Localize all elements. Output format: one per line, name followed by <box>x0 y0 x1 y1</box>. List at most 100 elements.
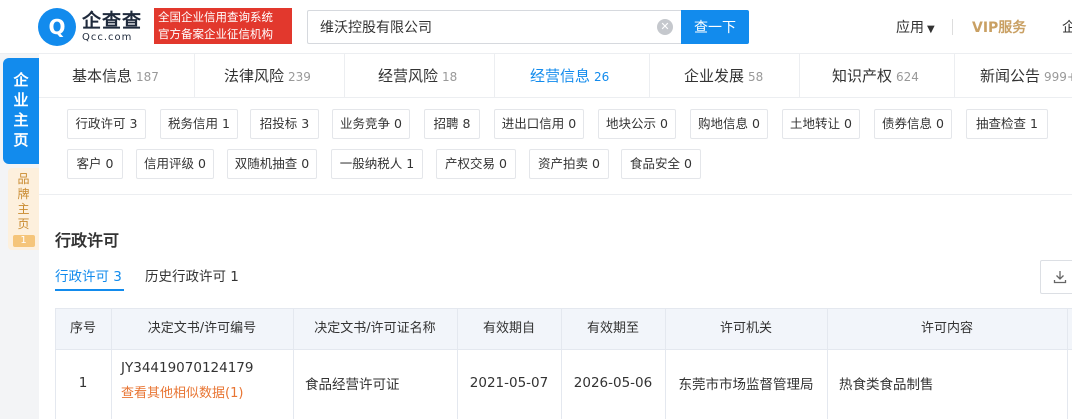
tab-label: 知识产权 <box>832 67 893 85</box>
filter-chip[interactable]: 招聘 8 <box>424 109 480 139</box>
section-divider <box>39 194 1072 195</box>
filter-chip[interactable]: 业务竞争 0 <box>332 109 410 139</box>
tagline-line-2: 官方备案企业征信机构 <box>158 27 273 41</box>
search-input[interactable] <box>307 10 681 44</box>
tab-divider <box>649 54 650 98</box>
logo-cn: 企查查 <box>82 10 143 32</box>
tab-label: 基本信息 <box>72 67 133 85</box>
filter-chip[interactable]: 一般纳税人 1 <box>331 149 423 179</box>
logo-en: Qcc.com <box>82 32 133 43</box>
tagline-line-1: 全国企业信用查询系统 <box>158 10 273 24</box>
col-header: 序号 <box>69 321 96 336</box>
filter-chip[interactable]: 抽查检查 1 <box>966 109 1048 139</box>
cell-authority: 东莞市市场监督管理局 <box>678 377 814 393</box>
nav-enterprise-menu[interactable]: 企 <box>1062 17 1072 37</box>
col-header: 许可内容 <box>920 321 973 336</box>
qcc-logo[interactable]: Q 企查查 Qcc.com <box>38 8 142 46</box>
filter-chip[interactable]: 土地转让 0 <box>782 109 860 139</box>
main-panel: 基本信息 187 法律风险 239 经营风险 18 经营信息 26 企业发展 58 知识产… <box>39 54 1072 419</box>
tab-divider <box>194 54 195 98</box>
side-tab-brand-home[interactable]: 品 牌 主 页 1 <box>8 168 39 250</box>
table-row: 1 JY34419070124179 查看其他相似数据(1) 食品经营许可证 2… <box>55 350 1072 419</box>
side-tab-char: 页 <box>13 131 29 149</box>
tab-development[interactable]: 企业发展 58 <box>684 54 763 98</box>
tab-operation-risk[interactable]: 经营风险 18 <box>378 54 457 98</box>
side-tab-char: 品 <box>17 172 30 186</box>
tab-divider <box>799 54 800 98</box>
col-header: 决定文书/许可证名称 <box>314 321 436 336</box>
similar-data-link[interactable]: 查看其他相似数据(1) <box>121 382 243 401</box>
filter-chips: 行政许可 3 税务信用 1 招投标 3 业务竞争 0 招聘 8 进出口信用 0 … <box>39 98 1072 194</box>
nav-vip-service[interactable]: VIP服务 <box>972 17 1026 37</box>
tab-news[interactable]: 新闻公告 999+ <box>980 54 1072 98</box>
tab-divider <box>954 54 955 98</box>
subtab-history-license[interactable]: 历史行政许可 1 <box>145 265 239 285</box>
side-tab-char: 牌 <box>17 187 30 201</box>
clear-icon[interactable]: ✕ <box>657 19 673 35</box>
nav-apps-label: 应用 <box>896 20 924 36</box>
side-tab-char: 业 <box>13 91 29 109</box>
col-header: 许可机关 <box>719 321 772 336</box>
filter-chip[interactable]: 双随机抽查 0 <box>227 149 317 179</box>
cell-index: 1 <box>78 375 88 391</box>
subtab-current-license[interactable]: 行政许可 3 <box>55 265 122 285</box>
filter-chip[interactable]: 行政许可 3 <box>67 109 146 139</box>
tab-divider <box>494 54 495 98</box>
filter-chip[interactable]: 信用评级 0 <box>136 149 214 179</box>
tab-count: 187 <box>136 70 159 84</box>
tab-ip[interactable]: 知识产权 624 <box>832 54 919 98</box>
tab-label: 经营风险 <box>378 67 439 85</box>
tab-count: 26 <box>594 70 610 84</box>
cell-license-no: JY34419070124179 <box>121 360 254 376</box>
side-tab-char: 主 <box>17 202 30 216</box>
logo-text: 企查查 Qcc.com <box>82 10 142 44</box>
col-header: 有效期至 <box>586 321 639 336</box>
tab-label: 法律风险 <box>224 67 285 85</box>
main-tabs: 基本信息 187 法律风险 239 经营风险 18 经营信息 26 企业发展 58 知识产… <box>39 54 1072 98</box>
filter-chip[interactable]: 进出口信用 0 <box>494 109 584 139</box>
tab-count: 239 <box>288 70 311 84</box>
subtab-active-indicator <box>55 289 124 291</box>
cell-valid-to: 2026-05-06 <box>573 375 653 391</box>
side-tab-char: 企 <box>13 71 29 89</box>
tab-label: 经营信息 <box>530 67 591 85</box>
cell-content: 热食类食品制售 <box>839 377 934 393</box>
tab-basic-info[interactable]: 基本信息 187 <box>72 54 159 98</box>
filter-chip[interactable]: 资产拍卖 0 <box>529 149 609 179</box>
tab-label: 新闻公告 <box>980 67 1041 85</box>
table-header: 序号 决定文书/许可编号 决定文书/许可证名称 有效期自 有效期至 许可机关 许… <box>55 308 1072 350</box>
filter-chip[interactable]: 地块公示 0 <box>598 109 676 139</box>
side-tab-company-home[interactable]: 企 业 主 页 <box>3 58 39 164</box>
filter-chip[interactable]: 债券信息 0 <box>874 109 952 139</box>
filter-chip[interactable]: 客户 0 <box>67 149 123 179</box>
filter-chip[interactable]: 食品安全 0 <box>621 149 701 179</box>
cell-valid-from: 2021-05-07 <box>469 375 549 391</box>
tab-legal-risk[interactable]: 法律风险 239 <box>224 54 311 98</box>
tab-count: 624 <box>896 70 919 84</box>
col-header: 有效期自 <box>482 321 535 336</box>
side-tab-char: 页 <box>17 217 30 231</box>
search-button[interactable]: 查一下 <box>681 10 749 44</box>
tab-count: 18 <box>442 70 458 84</box>
filter-chip[interactable]: 购地信息 0 <box>690 109 768 139</box>
cell-license-name: 食品经营许可证 <box>305 377 400 393</box>
col-header: 决定文书/许可编号 <box>147 321 257 336</box>
tab-business-info[interactable]: 经营信息 26 <box>530 54 609 98</box>
tagline-badge: 全国企业信用查询系统 官方备案企业征信机构 <box>154 8 292 44</box>
download-button[interactable] <box>1040 260 1072 294</box>
section-title: 行政许可 <box>55 231 120 250</box>
side-tab-char: 主 <box>13 111 29 129</box>
filter-chip[interactable]: 产权交易 0 <box>436 149 516 179</box>
brand-count-badge: 1 <box>12 235 35 247</box>
top-header: Q 企查查 Qcc.com 全国企业信用查询系统 官方备案企业征信机构 ✕ 查一… <box>0 0 1072 54</box>
filter-chip[interactable]: 税务信用 1 <box>160 109 238 139</box>
tab-count: 999+ <box>1044 70 1072 84</box>
tab-divider <box>344 54 345 98</box>
caret-down-icon: ▼ <box>927 24 935 35</box>
logo-mark-icon: Q <box>38 8 76 46</box>
download-icon <box>1053 271 1067 284</box>
filter-chip[interactable]: 招投标 3 <box>250 109 319 139</box>
tab-label: 企业发展 <box>684 67 745 85</box>
nav-divider <box>952 19 953 35</box>
nav-apps-menu[interactable]: 应用 ▼ <box>896 17 935 37</box>
